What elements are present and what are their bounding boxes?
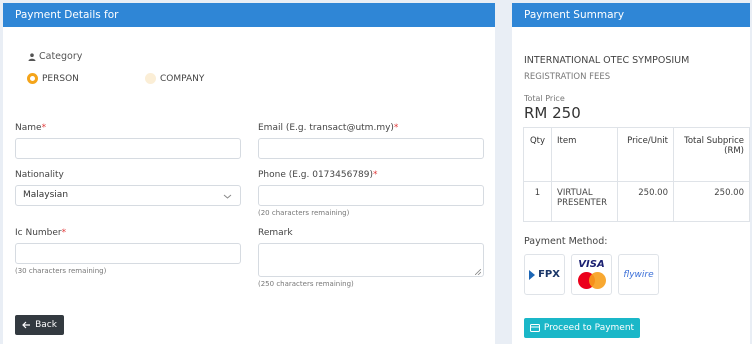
event-title: INTERNATIONAL OTEC SYMPOSIUM	[524, 55, 690, 66]
phone-input[interactable]	[258, 185, 484, 206]
col-total-subprice: Total Subprice (RM)	[673, 127, 750, 182]
remark-hint: (250 characters remaining)	[258, 280, 354, 288]
nationality-select[interactable]: Malaysian	[15, 185, 241, 206]
email-field-group: Email (E.g. transact@utm.my)*	[258, 123, 484, 159]
ic-label: Ic Number	[15, 228, 62, 238]
ic-field-group: Ic Number* (30 characters remaining)	[15, 228, 241, 275]
nationality-value: Malaysian	[23, 190, 69, 200]
remark-textarea[interactable]	[258, 243, 484, 277]
phone-label: Phone (E.g. 0173456789)	[258, 170, 374, 180]
payment-summary-panel: Payment Summary INTERNATIONAL OTEC SYMPO…	[512, 3, 750, 344]
back-button[interactable]: Back	[15, 315, 64, 335]
required-mark: *	[393, 123, 399, 133]
proceed-label: Proceed to Payment	[543, 323, 635, 333]
name-input[interactable]	[15, 138, 241, 159]
back-label: Back	[35, 320, 57, 330]
person-icon	[28, 52, 36, 61]
chevron-down-icon	[223, 194, 232, 199]
remark-label: Remark	[258, 228, 293, 238]
required-mark: *	[41, 123, 47, 133]
cell-total-subprice: 250.00	[673, 181, 750, 222]
nationality-field-group: Nationality Malaysian	[15, 170, 241, 206]
resize-handle-icon[interactable]	[475, 269, 481, 275]
proceed-to-payment-button[interactable]: Proceed to Payment	[524, 318, 640, 338]
payment-details-panel: Payment Details for Category PERSON COMP…	[3, 3, 495, 344]
col-qty: Qty	[523, 127, 552, 182]
total-price-amount: RM 250	[524, 104, 581, 122]
credit-card-icon	[529, 324, 540, 332]
event-subtitle: REGISTRATION FEES	[524, 72, 611, 82]
col-item: Item	[551, 127, 618, 182]
required-mark: *	[61, 228, 67, 238]
payment-summary-header: Payment Summary	[512, 3, 750, 27]
mastercard-icon	[577, 272, 606, 289]
payment-method-options: FPX VISA flywire	[524, 254, 659, 295]
nationality-label: Nationality	[15, 170, 64, 180]
radio-person[interactable]: PERSON	[27, 73, 79, 84]
fpx-arrows-icon	[529, 269, 536, 280]
items-table: Qty Item Price/Unit Total Subprice (RM) …	[523, 127, 750, 222]
phone-hint: (20 characters remaining)	[258, 209, 350, 217]
cell-item: VIRTUAL PRESENTER	[551, 181, 618, 222]
radio-company-dot[interactable]	[145, 73, 156, 84]
email-label: Email (E.g. transact@utm.my)	[258, 123, 394, 133]
ic-hint: (30 characters remaining)	[15, 267, 107, 275]
flywire-logo: flywire	[623, 269, 654, 280]
phone-field-group: Phone (E.g. 0173456789)* (20 characters …	[258, 170, 484, 217]
remark-field-group: Remark (250 characters remaining)	[258, 228, 484, 288]
radio-company-label: COMPANY	[160, 73, 205, 84]
name-label: Name	[15, 123, 42, 133]
table-row: 1 VIRTUAL PRESENTER 250.00 250.00	[523, 181, 750, 222]
email-input[interactable]	[258, 138, 484, 159]
cell-qty: 1	[523, 181, 552, 222]
category-radio-group: PERSON COMPANY	[27, 73, 204, 84]
visa-mastercard-option[interactable]: VISA	[571, 254, 612, 295]
name-field-group: Name*	[15, 123, 241, 159]
category-label: Category	[39, 51, 83, 62]
radio-person-dot[interactable]	[27, 73, 38, 84]
arrow-left-icon	[22, 321, 31, 329]
ic-input[interactable]	[15, 243, 241, 264]
fpx-logo-text: FPX	[538, 269, 560, 280]
cell-price-unit: 250.00	[617, 181, 674, 222]
radio-person-label: PERSON	[42, 73, 79, 84]
category-group: Category	[28, 51, 82, 62]
col-price-unit: Price/Unit	[617, 127, 674, 182]
payment-details-header: Payment Details for	[3, 3, 495, 27]
flywire-option[interactable]: flywire	[618, 254, 659, 295]
fpx-option[interactable]: FPX	[524, 254, 565, 295]
table-header-row: Qty Item Price/Unit Total Subprice (RM)	[523, 127, 750, 182]
required-mark: *	[373, 170, 378, 180]
visa-logo: VISA	[578, 259, 605, 270]
radio-company[interactable]: COMPANY	[145, 73, 204, 84]
total-price-label: Total Price	[524, 94, 565, 103]
payment-method-label: Payment Method:	[524, 236, 608, 247]
